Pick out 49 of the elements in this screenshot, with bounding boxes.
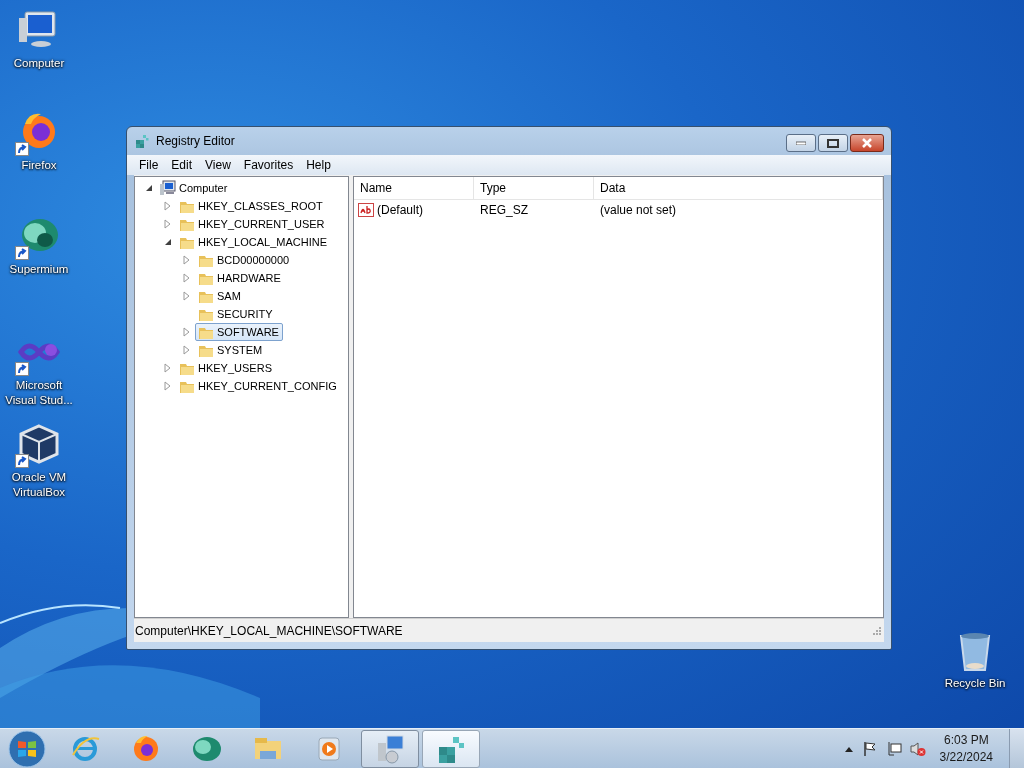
- resize-grip-icon[interactable]: [872, 625, 882, 636]
- volume-muted-icon[interactable]: [909, 740, 926, 757]
- menu-item[interactable]: Help: [300, 157, 338, 173]
- desktop-icon-label[interactable]: Firefox: [21, 158, 57, 173]
- taskbar-app-button[interactable]: [422, 729, 480, 768]
- tree-item[interactable]: SOFTWARE: [195, 323, 283, 341]
- list-cell-text: (value not set): [599, 203, 678, 217]
- minimize-icon: [796, 141, 806, 145]
- list-cell[interactable]: (Default): [377, 203, 423, 217]
- tree-item[interactable]: HKEY_CLASSES_ROOT: [176, 197, 327, 215]
- string-value-icon: [358, 203, 374, 217]
- computer-icon: [159, 180, 176, 196]
- minimize-button[interactable]: [786, 134, 816, 152]
- close-button[interactable]: [850, 134, 884, 152]
- desktop-icon-label[interactable]: Oracle VM VirtualBox: [0, 470, 78, 500]
- tree-item[interactable]: SECURITY: [195, 305, 277, 323]
- tree-item[interactable]: Computer: [157, 179, 232, 197]
- tree-item[interactable]: HKEY_CURRENT_CONFIG: [176, 377, 341, 395]
- menu-item[interactable]: Edit: [165, 157, 200, 173]
- menu-item[interactable]: View: [199, 157, 238, 173]
- column-header[interactable]: Data: [594, 177, 883, 199]
- tree-item[interactable]: BCD00000000: [195, 251, 294, 269]
- desktop-icon-label[interactable]: Recycle Bin: [944, 676, 1006, 691]
- menu-item[interactable]: Favorites: [237, 157, 301, 173]
- desktop-icon-label[interactable]: Computer: [13, 56, 65, 71]
- taskbar-app-button[interactable]: [361, 729, 419, 768]
- window-title: Registry Editor: [156, 134, 235, 148]
- close-icon: [861, 138, 873, 148]
- tree-item[interactable]: SYSTEM: [195, 341, 267, 359]
- tree-item[interactable]: HKEY_CURRENT_USER: [176, 215, 329, 233]
- tree-item[interactable]: HKEY_LOCAL_MACHINE: [176, 233, 331, 251]
- menu-item[interactable]: File: [133, 157, 166, 173]
- desktop-icon-label[interactable]: Supermium: [9, 262, 69, 277]
- list-cell-text: REG_SZ: [479, 203, 529, 217]
- column-header[interactable]: Type: [474, 177, 594, 199]
- clock[interactable]: 6:03 PM 3/22/2024: [933, 731, 1001, 766]
- show-desktop-button[interactable]: [1009, 729, 1024, 768]
- tree-item[interactable]: HKEY_USERS: [176, 359, 276, 377]
- app-icon: [134, 133, 150, 149]
- column-header[interactable]: Name: [354, 177, 474, 199]
- maximize-icon: [827, 138, 839, 148]
- network-icon[interactable]: [885, 740, 902, 757]
- tree-item[interactable]: HARDWARE: [195, 269, 285, 287]
- start-button[interactable]: [7, 728, 47, 768]
- status-bar-path: Computer\HKEY_LOCAL_MACHINE\SOFTWARE: [135, 623, 403, 638]
- flag-icon[interactable]: [861, 740, 878, 757]
- tree-item[interactable]: SAM: [195, 287, 245, 305]
- desktop-icon-label[interactable]: Microsoft Visual Stud...: [0, 378, 78, 408]
- maximize-button[interactable]: [818, 134, 848, 152]
